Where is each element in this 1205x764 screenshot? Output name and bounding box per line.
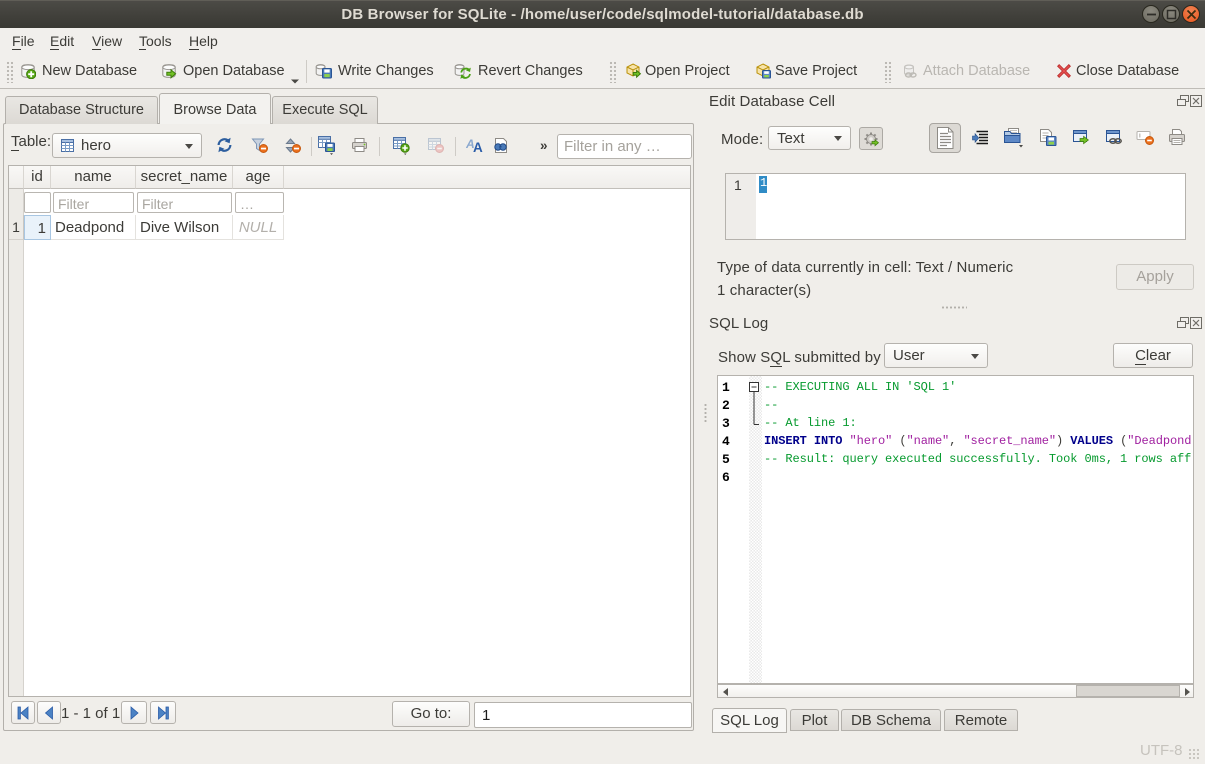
svg-text:A: A	[473, 140, 483, 154]
